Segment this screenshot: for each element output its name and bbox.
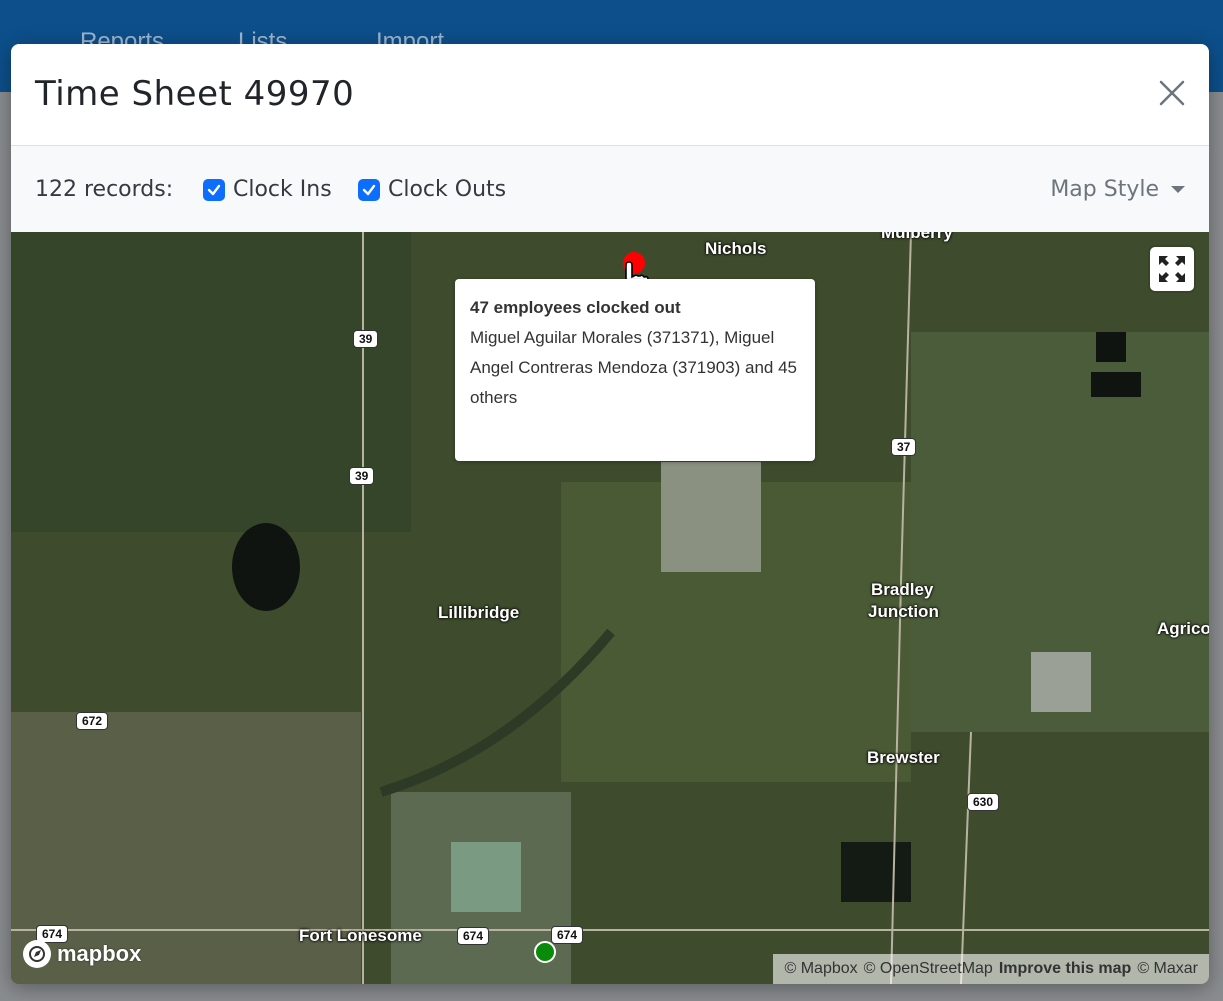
place-bradley: Bradley: [871, 580, 934, 599]
records-count: 122 records:: [35, 177, 174, 202]
clock-outs-checkbox[interactable]: Clock Outs: [358, 177, 506, 202]
fullscreen-button[interactable]: [1150, 247, 1194, 291]
caret-down-icon: [1171, 186, 1185, 193]
place-mulberry: Mulberry: [881, 232, 953, 242]
place-nichols: Nichols: [705, 239, 767, 258]
road-shield-672: 672: [76, 712, 109, 730]
clock-in-marker[interactable]: [534, 941, 556, 963]
clock-ins-label[interactable]: Clock Ins: [233, 177, 332, 202]
attribution-mapbox-link[interactable]: © Mapbox: [784, 960, 857, 978]
clock-ins-checkbox[interactable]: Clock Ins: [203, 177, 332, 202]
place-agrico: Agrico: [1157, 619, 1209, 638]
map-style-label[interactable]: Map Style: [1050, 177, 1159, 202]
road-shield-674: 674: [551, 926, 584, 944]
attribution-maxar-link[interactable]: © Maxar: [1137, 960, 1198, 978]
place-fort-lonesome: Fort Lonesome: [299, 926, 422, 945]
attribution-osm-link[interactable]: © OpenStreetMap: [864, 960, 993, 978]
map-style-dropdown[interactable]: Map Style: [1050, 177, 1185, 202]
popup-body: Miguel Aguilar Morales (371371), Miguel …: [470, 328, 797, 407]
fullscreen-icon: [1159, 256, 1185, 282]
popup-title: 47 employees clocked out: [470, 298, 681, 317]
mapbox-logo-text: mapbox: [57, 941, 142, 966]
modal-title: Time Sheet 49970: [35, 74, 355, 114]
road-shield-674: 674: [457, 927, 490, 945]
road-shield-37: 37: [891, 438, 917, 456]
place-brewster: Brewster: [867, 748, 940, 767]
road-shield-39: 39: [353, 330, 379, 348]
map-toolbar: 122 records: Clock Ins Clock Outs Map St…: [11, 146, 1209, 232]
close-icon: [1159, 80, 1185, 106]
marker-popup: 47 employees clocked out Miguel Aguilar …: [455, 279, 815, 461]
road-shield-39: 39: [349, 467, 375, 485]
checkbox-checked-icon[interactable]: [358, 178, 380, 201]
place-junction: Junction: [868, 602, 939, 621]
improve-map-link[interactable]: Improve this map: [999, 960, 1131, 978]
place-lillibridge: Lillibridge: [438, 603, 520, 622]
clock-outs-label[interactable]: Clock Outs: [388, 177, 506, 202]
satellite-map[interactable]: Nichols Mulberry Lillibridge Bradley Jun…: [11, 232, 1209, 984]
modal-header: Time Sheet 49970: [11, 44, 1209, 146]
road-shield-630: 630: [967, 793, 1000, 811]
mapbox-compass-icon: [23, 940, 51, 968]
map-attribution: © Mapbox © OpenStreetMap Improve this ma…: [773, 954, 1209, 984]
close-button[interactable]: [1159, 80, 1185, 106]
mapbox-logo[interactable]: mapbox: [23, 940, 141, 968]
time-sheet-modal: Time Sheet 49970 122 records: Clock Ins …: [11, 44, 1209, 984]
checkbox-checked-icon[interactable]: [203, 178, 225, 201]
